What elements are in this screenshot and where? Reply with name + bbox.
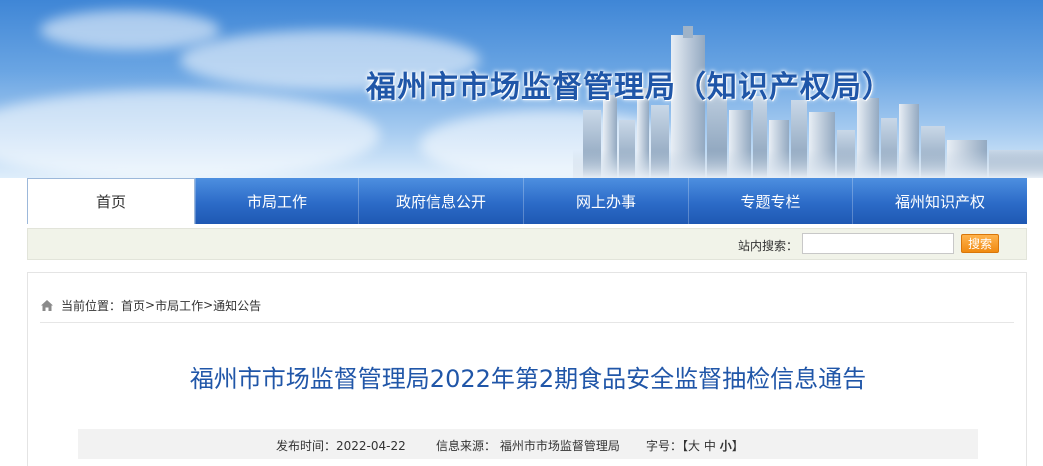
publish-time-label: 发布时间： [276, 439, 337, 453]
home-icon [41, 299, 53, 311]
search-button[interactable]: 搜索 [961, 234, 999, 253]
breadcrumb-separator: > [203, 298, 214, 312]
info-source: 信息来源： 福州市市场监督管理局 [436, 437, 620, 454]
nav-item-bureau-work[interactable]: 市局工作 [195, 178, 358, 224]
font-size-large[interactable]: 大 [688, 439, 700, 453]
info-source-value: 福州市市场监督管理局 [499, 439, 620, 453]
nav-item-gov-info[interactable]: 政府信息公开 [358, 178, 523, 224]
main-nav: 首页 市局工作 政府信息公开 网上办事 专题专栏 福州知识产权 [27, 178, 1027, 224]
publish-time: 发布时间：2022-04-22 [276, 437, 406, 454]
font-size-label: 字号： [646, 439, 683, 453]
font-size-controls: 字号：【大 中 小】 [646, 437, 744, 454]
breadcrumb-prefix: 当前位置： [61, 298, 122, 313]
publish-time-value: 2022-04-22 [336, 439, 406, 453]
breadcrumb-notices[interactable]: 通知公告 [213, 297, 261, 314]
breadcrumb-separator: > [145, 298, 156, 312]
breadcrumb-bureau-work[interactable]: 市局工作 [155, 297, 203, 314]
header-banner: 福州市市场监督管理局（知识产权局） [0, 0, 1043, 178]
nav-item-home[interactable]: 首页 [27, 178, 195, 224]
info-source-label: 信息来源： [436, 439, 497, 453]
content-panel: 当前位置： 首页 > 市局工作 > 通知公告 福州市市场监督管理局2022年第2… [27, 272, 1027, 466]
font-size-small[interactable]: 小 [720, 439, 732, 453]
article-meta-bar: 发布时间：2022-04-22 信息来源： 福州市市场监督管理局 字号：【大 中… [78, 429, 978, 459]
search-input[interactable] [802, 233, 954, 254]
search-bar: 站内搜索： 搜索 [27, 228, 1027, 260]
nav-item-online-services[interactable]: 网上办事 [523, 178, 688, 224]
nav-item-fuzhou-ip[interactable]: 福州知识产权 [852, 178, 1027, 224]
breadcrumb-home[interactable]: 首页 [121, 297, 145, 314]
font-size-bracket-close: 】 [731, 439, 744, 453]
breadcrumb: 当前位置： 首页 > 市局工作 > 通知公告 [40, 297, 261, 313]
divider [40, 322, 1014, 323]
font-size-medium[interactable]: 中 [704, 439, 716, 453]
article-title: 福州市市场监督管理局2022年第2期食品安全监督抽检信息通告 [189, 365, 867, 393]
site-title: 福州市市场监督管理局（知识产权局） [366, 70, 893, 105]
nav-item-special-topics[interactable]: 专题专栏 [688, 178, 852, 224]
search-label: 站内搜索： [738, 239, 799, 253]
